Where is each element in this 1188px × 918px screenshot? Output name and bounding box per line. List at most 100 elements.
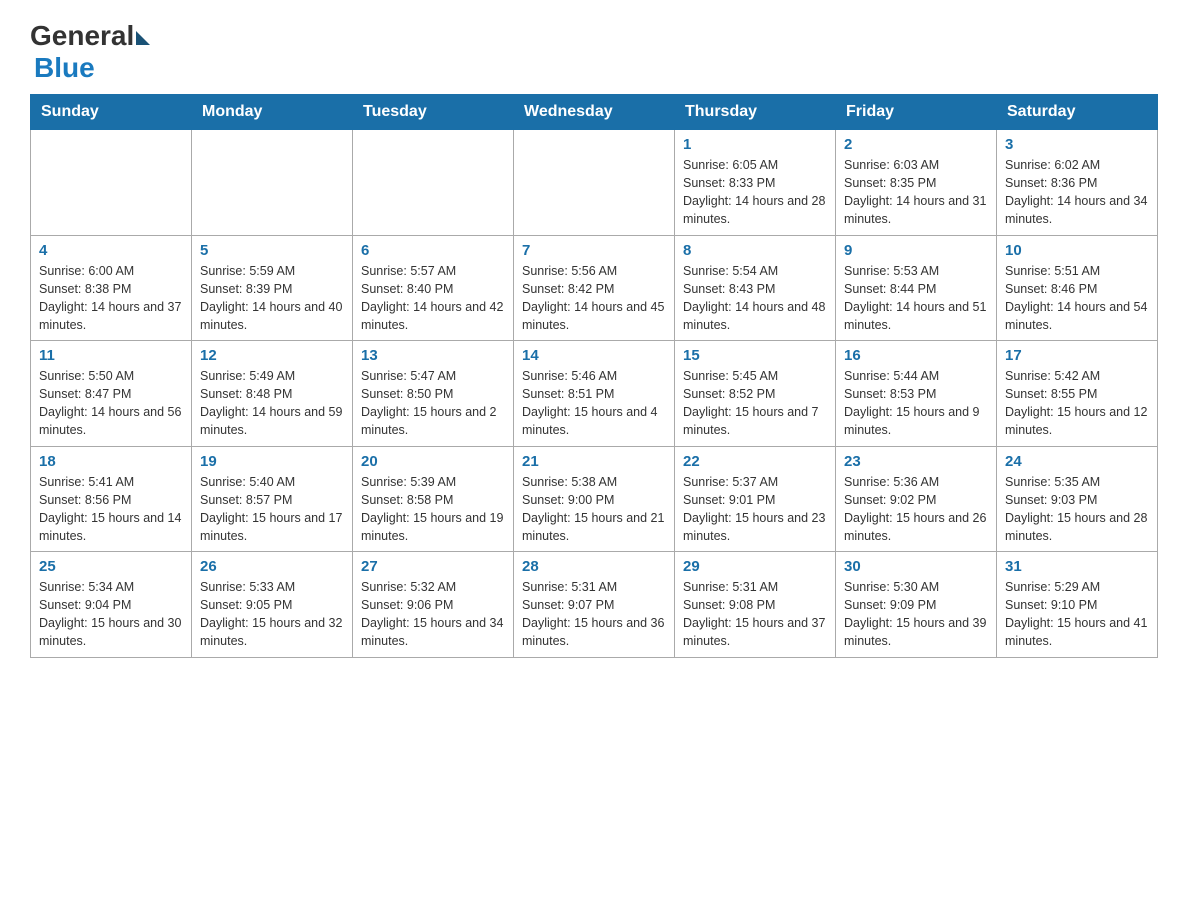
calendar-cell: 23 Sunrise: 5:36 AM Sunset: 9:02 PM Dayli… (836, 446, 997, 552)
calendar-cell (353, 130, 514, 236)
calendar-cell: 3Sunrise: 6:02 AM Sunset: 8:36 PM Daylig… (997, 130, 1158, 236)
weekday-header-monday: Monday (192, 95, 353, 130)
calendar-table: SundayMondayTuesdayWednesdayThursdayFrid… (30, 94, 1158, 658)
day-number: 21 (522, 453, 666, 470)
day-number: 4 (39, 242, 183, 259)
calendar-cell: 6 Sunrise: 5:57 AM Sunset: 8:40 PM Daylig… (353, 235, 514, 341)
day-info: Sunrise: 5:57 AM Sunset: 8:40 PM Dayligh… (361, 262, 505, 335)
day-number: 31 (1005, 558, 1149, 575)
calendar-cell (192, 130, 353, 236)
calendar-cell: 13 Sunrise: 5:47 AM Sunset: 8:50 PM Dayli… (353, 341, 514, 447)
day-info: Sunrise: 5:37 AM Sunset: 9:01 PM Dayligh… (683, 473, 827, 546)
day-info: Sunrise: 5:49 AM Sunset: 8:48 PM Dayligh… (200, 367, 344, 440)
calendar-cell: 20 Sunrise: 5:39 AM Sunset: 8:58 PM Dayli… (353, 446, 514, 552)
day-info: Sunrise: 5:59 AM Sunset: 8:39 PM Dayligh… (200, 262, 344, 335)
logo-blue-text: Blue (34, 52, 95, 84)
calendar-cell: 17Sunrise: 5:42 AM Sunset: 8:55 PM Dayli… (997, 341, 1158, 447)
day-number: 25 (39, 558, 183, 575)
day-number: 12 (200, 347, 344, 364)
header: General Blue (30, 20, 1158, 84)
calendar-cell: 11 Sunrise: 5:50 AM Sunset: 8:47 PM Dayli… (31, 341, 192, 447)
calendar-week-row: 18 Sunrise: 5:41 AM Sunset: 8:56 PM Dayli… (31, 446, 1158, 552)
day-info: Sunrise: 5:33 AM Sunset: 9:05 PM Dayligh… (200, 578, 344, 651)
day-info: Sunrise: 5:31 AM Sunset: 9:07 PM Dayligh… (522, 578, 666, 651)
day-info: Sunrise: 5:30 AM Sunset: 9:09 PM Dayligh… (844, 578, 988, 651)
day-info: Sunrise: 5:51 AM Sunset: 8:46 PM Dayligh… (1005, 262, 1149, 335)
day-info: Sunrise: 5:53 AM Sunset: 8:44 PM Dayligh… (844, 262, 988, 335)
weekday-header-thursday: Thursday (675, 95, 836, 130)
calendar-cell: 29Sunrise: 5:31 AM Sunset: 9:08 PM Dayli… (675, 552, 836, 658)
calendar-week-row: 11 Sunrise: 5:50 AM Sunset: 8:47 PM Dayli… (31, 341, 1158, 447)
weekday-header-row: SundayMondayTuesdayWednesdayThursdayFrid… (31, 95, 1158, 130)
day-info: Sunrise: 5:47 AM Sunset: 8:50 PM Dayligh… (361, 367, 505, 440)
calendar-cell: 5Sunrise: 5:59 AM Sunset: 8:39 PM Daylig… (192, 235, 353, 341)
weekday-header-tuesday: Tuesday (353, 95, 514, 130)
calendar-cell: 26Sunrise: 5:33 AM Sunset: 9:05 PM Dayli… (192, 552, 353, 658)
day-info: Sunrise: 5:40 AM Sunset: 8:57 PM Dayligh… (200, 473, 344, 546)
day-info: Sunrise: 5:29 AM Sunset: 9:10 PM Dayligh… (1005, 578, 1149, 651)
calendar-cell (31, 130, 192, 236)
day-number: 18 (39, 453, 183, 470)
day-number: 1 (683, 136, 827, 153)
calendar-cell: 9 Sunrise: 5:53 AM Sunset: 8:44 PM Daylig… (836, 235, 997, 341)
day-number: 27 (361, 558, 505, 575)
day-number: 15 (683, 347, 827, 364)
calendar-cell: 12 Sunrise: 5:49 AM Sunset: 8:48 PM Dayli… (192, 341, 353, 447)
day-info: Sunrise: 6:00 AM Sunset: 8:38 PM Dayligh… (39, 262, 183, 335)
day-number: 3 (1005, 136, 1149, 153)
logo: General Blue (30, 20, 150, 84)
day-number: 23 (844, 453, 988, 470)
day-info: Sunrise: 5:38 AM Sunset: 9:00 PM Dayligh… (522, 473, 666, 546)
calendar-cell: 8 Sunrise: 5:54 AM Sunset: 8:43 PM Daylig… (675, 235, 836, 341)
day-number: 20 (361, 453, 505, 470)
day-info: Sunrise: 6:03 AM Sunset: 8:35 PM Dayligh… (844, 156, 988, 229)
day-info: Sunrise: 5:54 AM Sunset: 8:43 PM Dayligh… (683, 262, 827, 335)
weekday-header-wednesday: Wednesday (514, 95, 675, 130)
calendar-cell: 27 Sunrise: 5:32 AM Sunset: 9:06 PM Dayli… (353, 552, 514, 658)
calendar-cell: 19Sunrise: 5:40 AM Sunset: 8:57 PM Dayli… (192, 446, 353, 552)
calendar-cell: 14 Sunrise: 5:46 AM Sunset: 8:51 PM Dayli… (514, 341, 675, 447)
calendar-cell: 4 Sunrise: 6:00 AM Sunset: 8:38 PM Daylig… (31, 235, 192, 341)
calendar-week-row: 25 Sunrise: 5:34 AM Sunset: 9:04 PM Dayli… (31, 552, 1158, 658)
day-info: Sunrise: 5:36 AM Sunset: 9:02 PM Dayligh… (844, 473, 988, 546)
day-info: Sunrise: 5:50 AM Sunset: 8:47 PM Dayligh… (39, 367, 183, 440)
day-number: 24 (1005, 453, 1149, 470)
day-number: 30 (844, 558, 988, 575)
calendar-cell: 1Sunrise: 6:05 AM Sunset: 8:33 PM Daylig… (675, 130, 836, 236)
calendar-cell: 18 Sunrise: 5:41 AM Sunset: 8:56 PM Dayli… (31, 446, 192, 552)
weekday-header-sunday: Sunday (31, 95, 192, 130)
day-number: 6 (361, 242, 505, 259)
day-number: 22 (683, 453, 827, 470)
day-info: Sunrise: 5:39 AM Sunset: 8:58 PM Dayligh… (361, 473, 505, 546)
calendar-cell: 31 Sunrise: 5:29 AM Sunset: 9:10 PM Dayli… (997, 552, 1158, 658)
day-number: 8 (683, 242, 827, 259)
calendar-cell: 21 Sunrise: 5:38 AM Sunset: 9:00 PM Dayli… (514, 446, 675, 552)
day-info: Sunrise: 5:34 AM Sunset: 9:04 PM Dayligh… (39, 578, 183, 651)
day-number: 16 (844, 347, 988, 364)
calendar-cell: 25 Sunrise: 5:34 AM Sunset: 9:04 PM Dayli… (31, 552, 192, 658)
day-number: 17 (1005, 347, 1149, 364)
logo-general-text: General (30, 20, 134, 52)
day-info: Sunrise: 5:46 AM Sunset: 8:51 PM Dayligh… (522, 367, 666, 440)
calendar-cell: 10 Sunrise: 5:51 AM Sunset: 8:46 PM Dayli… (997, 235, 1158, 341)
calendar-week-row: 1Sunrise: 6:05 AM Sunset: 8:33 PM Daylig… (31, 130, 1158, 236)
day-info: Sunrise: 5:41 AM Sunset: 8:56 PM Dayligh… (39, 473, 183, 546)
day-info: Sunrise: 5:35 AM Sunset: 9:03 PM Dayligh… (1005, 473, 1149, 546)
calendar-cell: 30 Sunrise: 5:30 AM Sunset: 9:09 PM Dayli… (836, 552, 997, 658)
day-number: 7 (522, 242, 666, 259)
day-info: Sunrise: 5:56 AM Sunset: 8:42 PM Dayligh… (522, 262, 666, 335)
day-info: Sunrise: 5:32 AM Sunset: 9:06 PM Dayligh… (361, 578, 505, 651)
day-number: 9 (844, 242, 988, 259)
day-number: 11 (39, 347, 183, 364)
calendar-cell (514, 130, 675, 236)
calendar-cell: 7 Sunrise: 5:56 AM Sunset: 8:42 PM Daylig… (514, 235, 675, 341)
calendar-cell: 22 Sunrise: 5:37 AM Sunset: 9:01 PM Dayli… (675, 446, 836, 552)
calendar-cell: 24 Sunrise: 5:35 AM Sunset: 9:03 PM Dayli… (997, 446, 1158, 552)
day-number: 13 (361, 347, 505, 364)
day-number: 29 (683, 558, 827, 575)
calendar-cell: 15 Sunrise: 5:45 AM Sunset: 8:52 PM Dayli… (675, 341, 836, 447)
day-info: Sunrise: 5:45 AM Sunset: 8:52 PM Dayligh… (683, 367, 827, 440)
day-number: 14 (522, 347, 666, 364)
weekday-header-friday: Friday (836, 95, 997, 130)
day-number: 10 (1005, 242, 1149, 259)
